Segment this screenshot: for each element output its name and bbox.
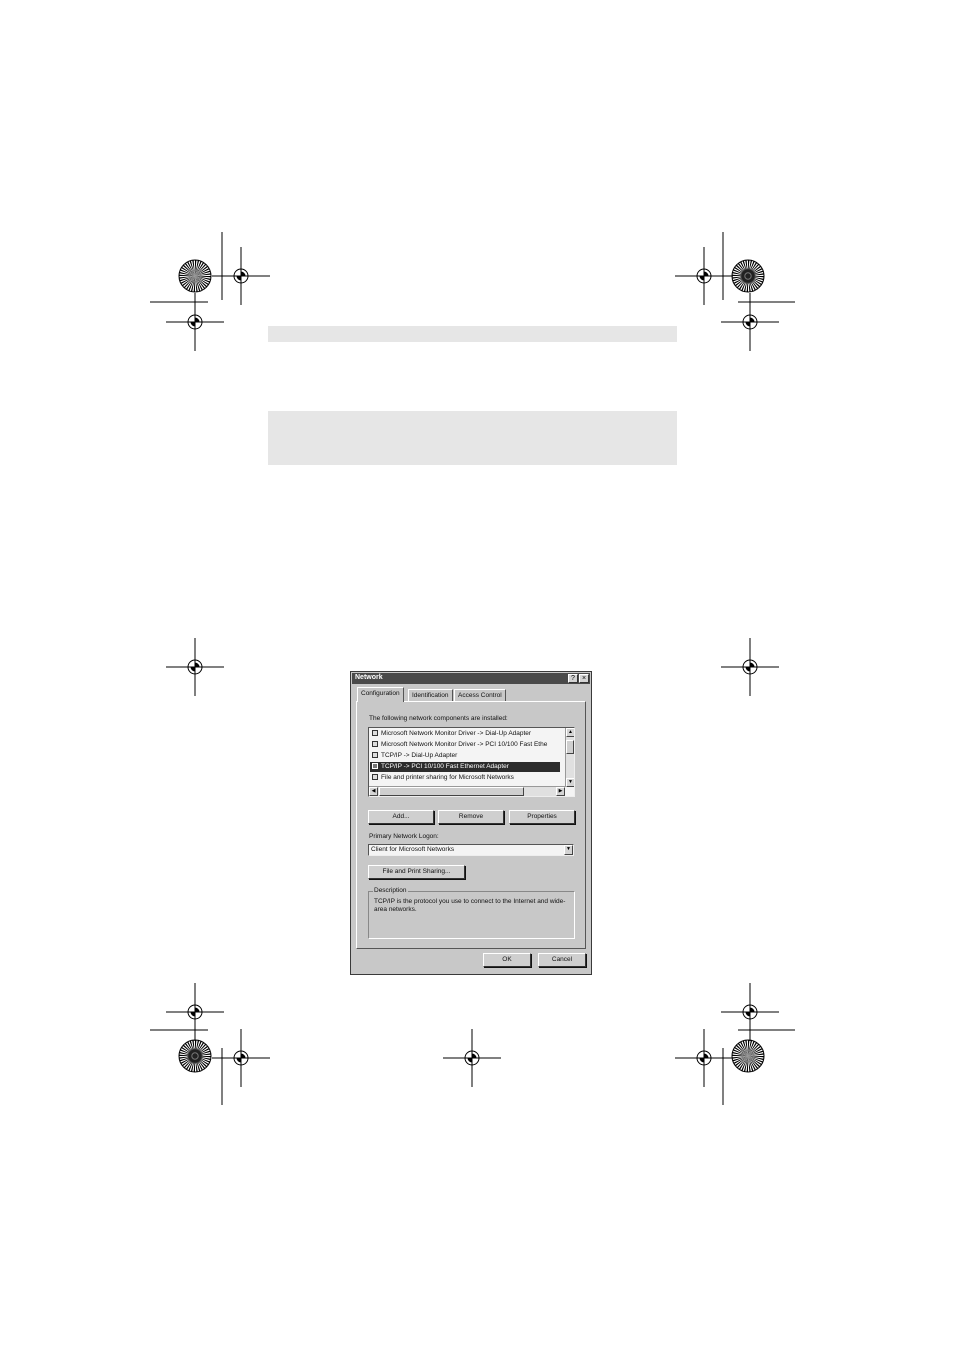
components-list[interactable]: Microsoft Network Monitor Driver -> Dial… xyxy=(368,727,575,797)
scroll-right-icon[interactable]: ▶ xyxy=(556,787,565,796)
tab-access-control[interactable]: Access Control xyxy=(454,689,506,701)
list-item[interactable]: TCP/IP -> Dial-Up Adapter xyxy=(370,751,560,761)
primary-logon-label: Primary Network Logon: xyxy=(369,833,439,840)
registration-mark-icon xyxy=(675,247,733,305)
file-print-sharing-button[interactable]: File and Print Sharing... xyxy=(368,865,465,879)
protocol-icon xyxy=(372,763,378,769)
registration-mark-icon xyxy=(721,638,779,696)
registration-mark-icon xyxy=(721,983,779,1041)
protocol-icon xyxy=(372,752,378,758)
help-button[interactable]: ? xyxy=(568,674,578,683)
scroll-left-icon[interactable]: ◀ xyxy=(369,787,378,796)
properties-button[interactable]: Properties xyxy=(509,810,575,824)
registration-mark-icon xyxy=(166,983,224,1041)
scroll-down-icon[interactable]: ▼ xyxy=(566,778,574,787)
scroll-up-icon[interactable]: ▲ xyxy=(566,728,574,737)
dropdown-arrow-icon[interactable]: ▼ xyxy=(564,845,573,855)
title-bar[interactable]: Network ? × xyxy=(352,673,590,684)
list-item-label: TCP/IP -> PCI 10/100 Fast Ethernet Adapt… xyxy=(381,763,509,770)
list-item-label: Microsoft Network Monitor Driver -> PCI … xyxy=(381,741,548,748)
components-label: The following network components are ins… xyxy=(369,715,508,722)
list-item-label: Microsoft Network Monitor Driver -> Dial… xyxy=(381,730,532,737)
network-dialog: Network ? × Configuration Identification… xyxy=(350,671,592,975)
adapter-icon xyxy=(372,730,378,736)
scroll-thumb[interactable] xyxy=(566,740,574,754)
remove-button[interactable]: Remove xyxy=(438,810,504,824)
scroll-thumb[interactable] xyxy=(379,787,524,796)
vertical-scrollbar[interactable]: ▲ ▼ xyxy=(565,728,574,787)
primary-logon-select[interactable]: Client for Microsoft Networks ▼ xyxy=(368,844,574,856)
tab-label: Identification xyxy=(412,692,449,699)
starburst-target-icon xyxy=(178,1039,212,1073)
service-icon xyxy=(372,774,378,780)
registration-mark-icon xyxy=(675,1029,733,1087)
horizontal-scrollbar[interactable]: ◀ ▶ xyxy=(369,786,565,796)
list-item-label: TCP/IP -> Dial-Up Adapter xyxy=(381,752,458,759)
starburst-target-icon xyxy=(731,1039,765,1073)
primary-logon-value: Client for Microsoft Networks xyxy=(371,846,455,853)
ok-button[interactable]: OK xyxy=(483,953,531,967)
list-item[interactable]: Microsoft Network Monitor Driver -> PCI … xyxy=(370,740,560,750)
registration-mark-icon xyxy=(212,1029,270,1087)
starburst-target-icon xyxy=(731,259,765,293)
registration-mark-icon xyxy=(212,247,270,305)
list-item-label: File and printer sharing for Microsoft N… xyxy=(381,774,514,781)
description-text: TCP/IP is the protocol you use to connec… xyxy=(374,898,566,913)
description-group: Description TCP/IP is the protocol you u… xyxy=(368,887,575,939)
starburst-target-icon xyxy=(178,259,212,293)
cancel-button[interactable]: Cancel xyxy=(538,953,586,967)
registration-mark-icon xyxy=(166,638,224,696)
tab-label: Access Control xyxy=(458,692,502,699)
dialog-title: Network xyxy=(355,674,383,681)
close-button[interactable]: × xyxy=(579,674,589,683)
list-item[interactable]: Microsoft Network Monitor Driver -> Dial… xyxy=(370,729,560,739)
tab-identification[interactable]: Identification xyxy=(408,689,453,701)
tab-label: Configuration xyxy=(361,690,400,697)
add-button[interactable]: Add... xyxy=(368,810,434,824)
list-item-selected[interactable]: TCP/IP -> PCI 10/100 Fast Ethernet Adapt… xyxy=(370,762,560,772)
description-title: Description xyxy=(373,887,408,894)
tab-configuration[interactable]: Configuration xyxy=(357,687,404,702)
registration-mark-icon xyxy=(443,1029,501,1087)
adapter-icon xyxy=(372,741,378,747)
list-item[interactable]: File and printer sharing for Microsoft N… xyxy=(370,773,560,783)
